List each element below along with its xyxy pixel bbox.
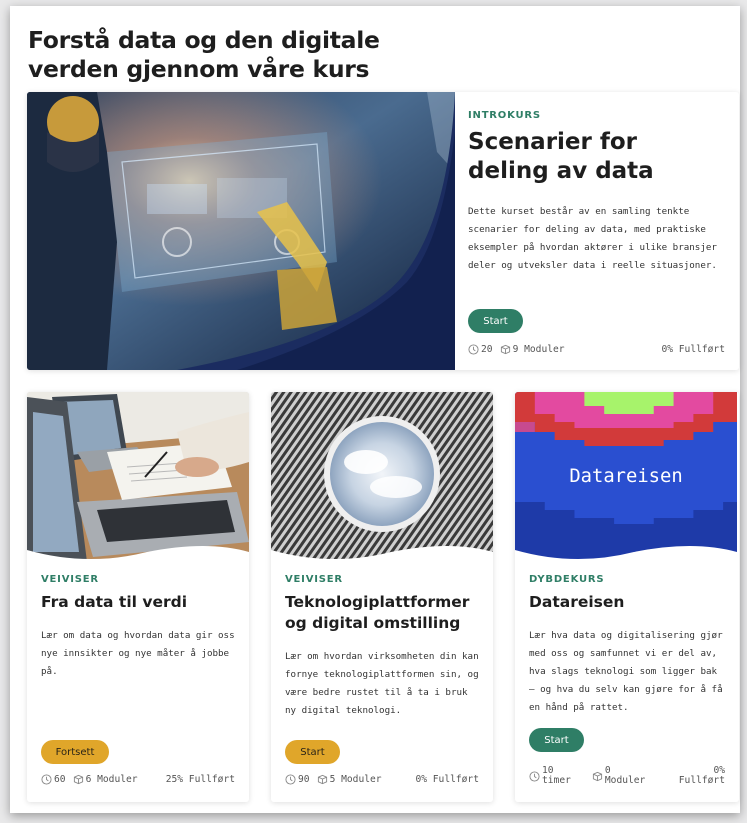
- course-card-body: DYBDEKURS Datareisen Lær hva data og dig…: [529, 392, 739, 802]
- course-card-datareisen[interactable]: Datareisen DYBDEKURS Datareisen Lær hva …: [515, 392, 739, 802]
- course-modules: 9 Moduler: [500, 344, 565, 355]
- clock-icon: [285, 774, 296, 785]
- clock-icon: [529, 770, 540, 782]
- course-card-featured[interactable]: INTROKURS Scenarier for deling av data D…: [27, 92, 739, 370]
- course-progress: 0% Fullført: [661, 344, 725, 355]
- course-meta: 10 timer 0 Moduler 0% Fullført: [529, 766, 725, 786]
- modules-text: 0 Moduler: [605, 766, 645, 786]
- course-description: Lær om data og hvordan data gir oss nye …: [41, 630, 235, 677]
- continue-button[interactable]: Fortsett: [41, 740, 109, 764]
- course-description: Dette kurset består av en samling tenkte…: [468, 206, 717, 271]
- duration-unit: timer: [542, 775, 571, 786]
- modules-value: 9 Moduler: [512, 344, 565, 355]
- course-title[interactable]: Scenarier for deling av data: [468, 128, 718, 186]
- duration-value: 60: [54, 774, 66, 785]
- course-modules: 5 Moduler: [317, 774, 382, 785]
- course-category: VEIVISER: [285, 574, 343, 585]
- course-duration: 10 timer: [529, 766, 571, 786]
- course-category: DYBDEKURS: [529, 574, 605, 585]
- course-meta: 20 9 Moduler 0% Fullført: [468, 344, 725, 355]
- modules-unit: Moduler: [604, 775, 646, 786]
- course-card-body: VEIVISER Fra data til verdi Lær om data …: [41, 392, 249, 802]
- start-button[interactable]: Start: [529, 728, 584, 752]
- course-card-teknologiplattformer[interactable]: VEIVISER Teknologiplattformer og digital…: [271, 392, 493, 802]
- course-duration: 20: [468, 344, 493, 355]
- progress-unit: Fullført: [678, 775, 725, 786]
- modules-value: 5 Moduler: [329, 774, 382, 785]
- course-progress: 25% Fullført: [165, 774, 235, 785]
- course-category: INTROKURS: [468, 110, 541, 121]
- course-category: VEIVISER: [41, 574, 99, 585]
- clock-icon: [41, 774, 52, 785]
- box-icon: [317, 774, 327, 785]
- course-description: Lær hva data og digitalisering gjør med …: [529, 630, 723, 713]
- page-title: Forstå data og den digitale verden gjenn…: [28, 26, 380, 83]
- course-title[interactable]: Fra data til verdi: [41, 592, 241, 613]
- course-description: Lær om hvordan virksomheten din kan forn…: [285, 651, 479, 716]
- duration-text: 10 timer: [542, 766, 571, 786]
- course-card-fra-data[interactable]: VEIVISER Fra data til verdi Lær om data …: [27, 392, 249, 802]
- start-button[interactable]: Start: [285, 740, 340, 764]
- course-meta: 60 6 Moduler 25% Fullført: [41, 774, 235, 785]
- course-modules: 6 Moduler: [73, 774, 138, 785]
- course-duration: 60: [41, 774, 66, 785]
- box-icon: [500, 344, 510, 355]
- course-progress: 0% Fullført: [415, 774, 479, 785]
- course-duration: 90: [285, 774, 310, 785]
- course-image-industry: [27, 92, 455, 370]
- box-icon: [592, 771, 602, 781]
- course-progress: 0% Fullført: [679, 766, 725, 786]
- course-title[interactable]: Teknologiplattformer og digital omstilli…: [285, 592, 485, 634]
- course-modules: 0 Moduler: [592, 766, 645, 786]
- course-card-body: INTROKURS Scenarier for deling av data D…: [468, 92, 739, 370]
- duration-value: 20: [481, 344, 493, 355]
- start-button[interactable]: Start: [468, 309, 523, 333]
- course-meta: 90 5 Moduler 0% Fullført: [285, 774, 479, 785]
- course-title[interactable]: Datareisen: [529, 592, 729, 613]
- clock-icon: [468, 344, 479, 355]
- course-card-body: VEIVISER Teknologiplattformer og digital…: [285, 392, 493, 802]
- box-icon: [73, 774, 83, 785]
- duration-value: 90: [298, 774, 310, 785]
- modules-value: 6 Moduler: [85, 774, 138, 785]
